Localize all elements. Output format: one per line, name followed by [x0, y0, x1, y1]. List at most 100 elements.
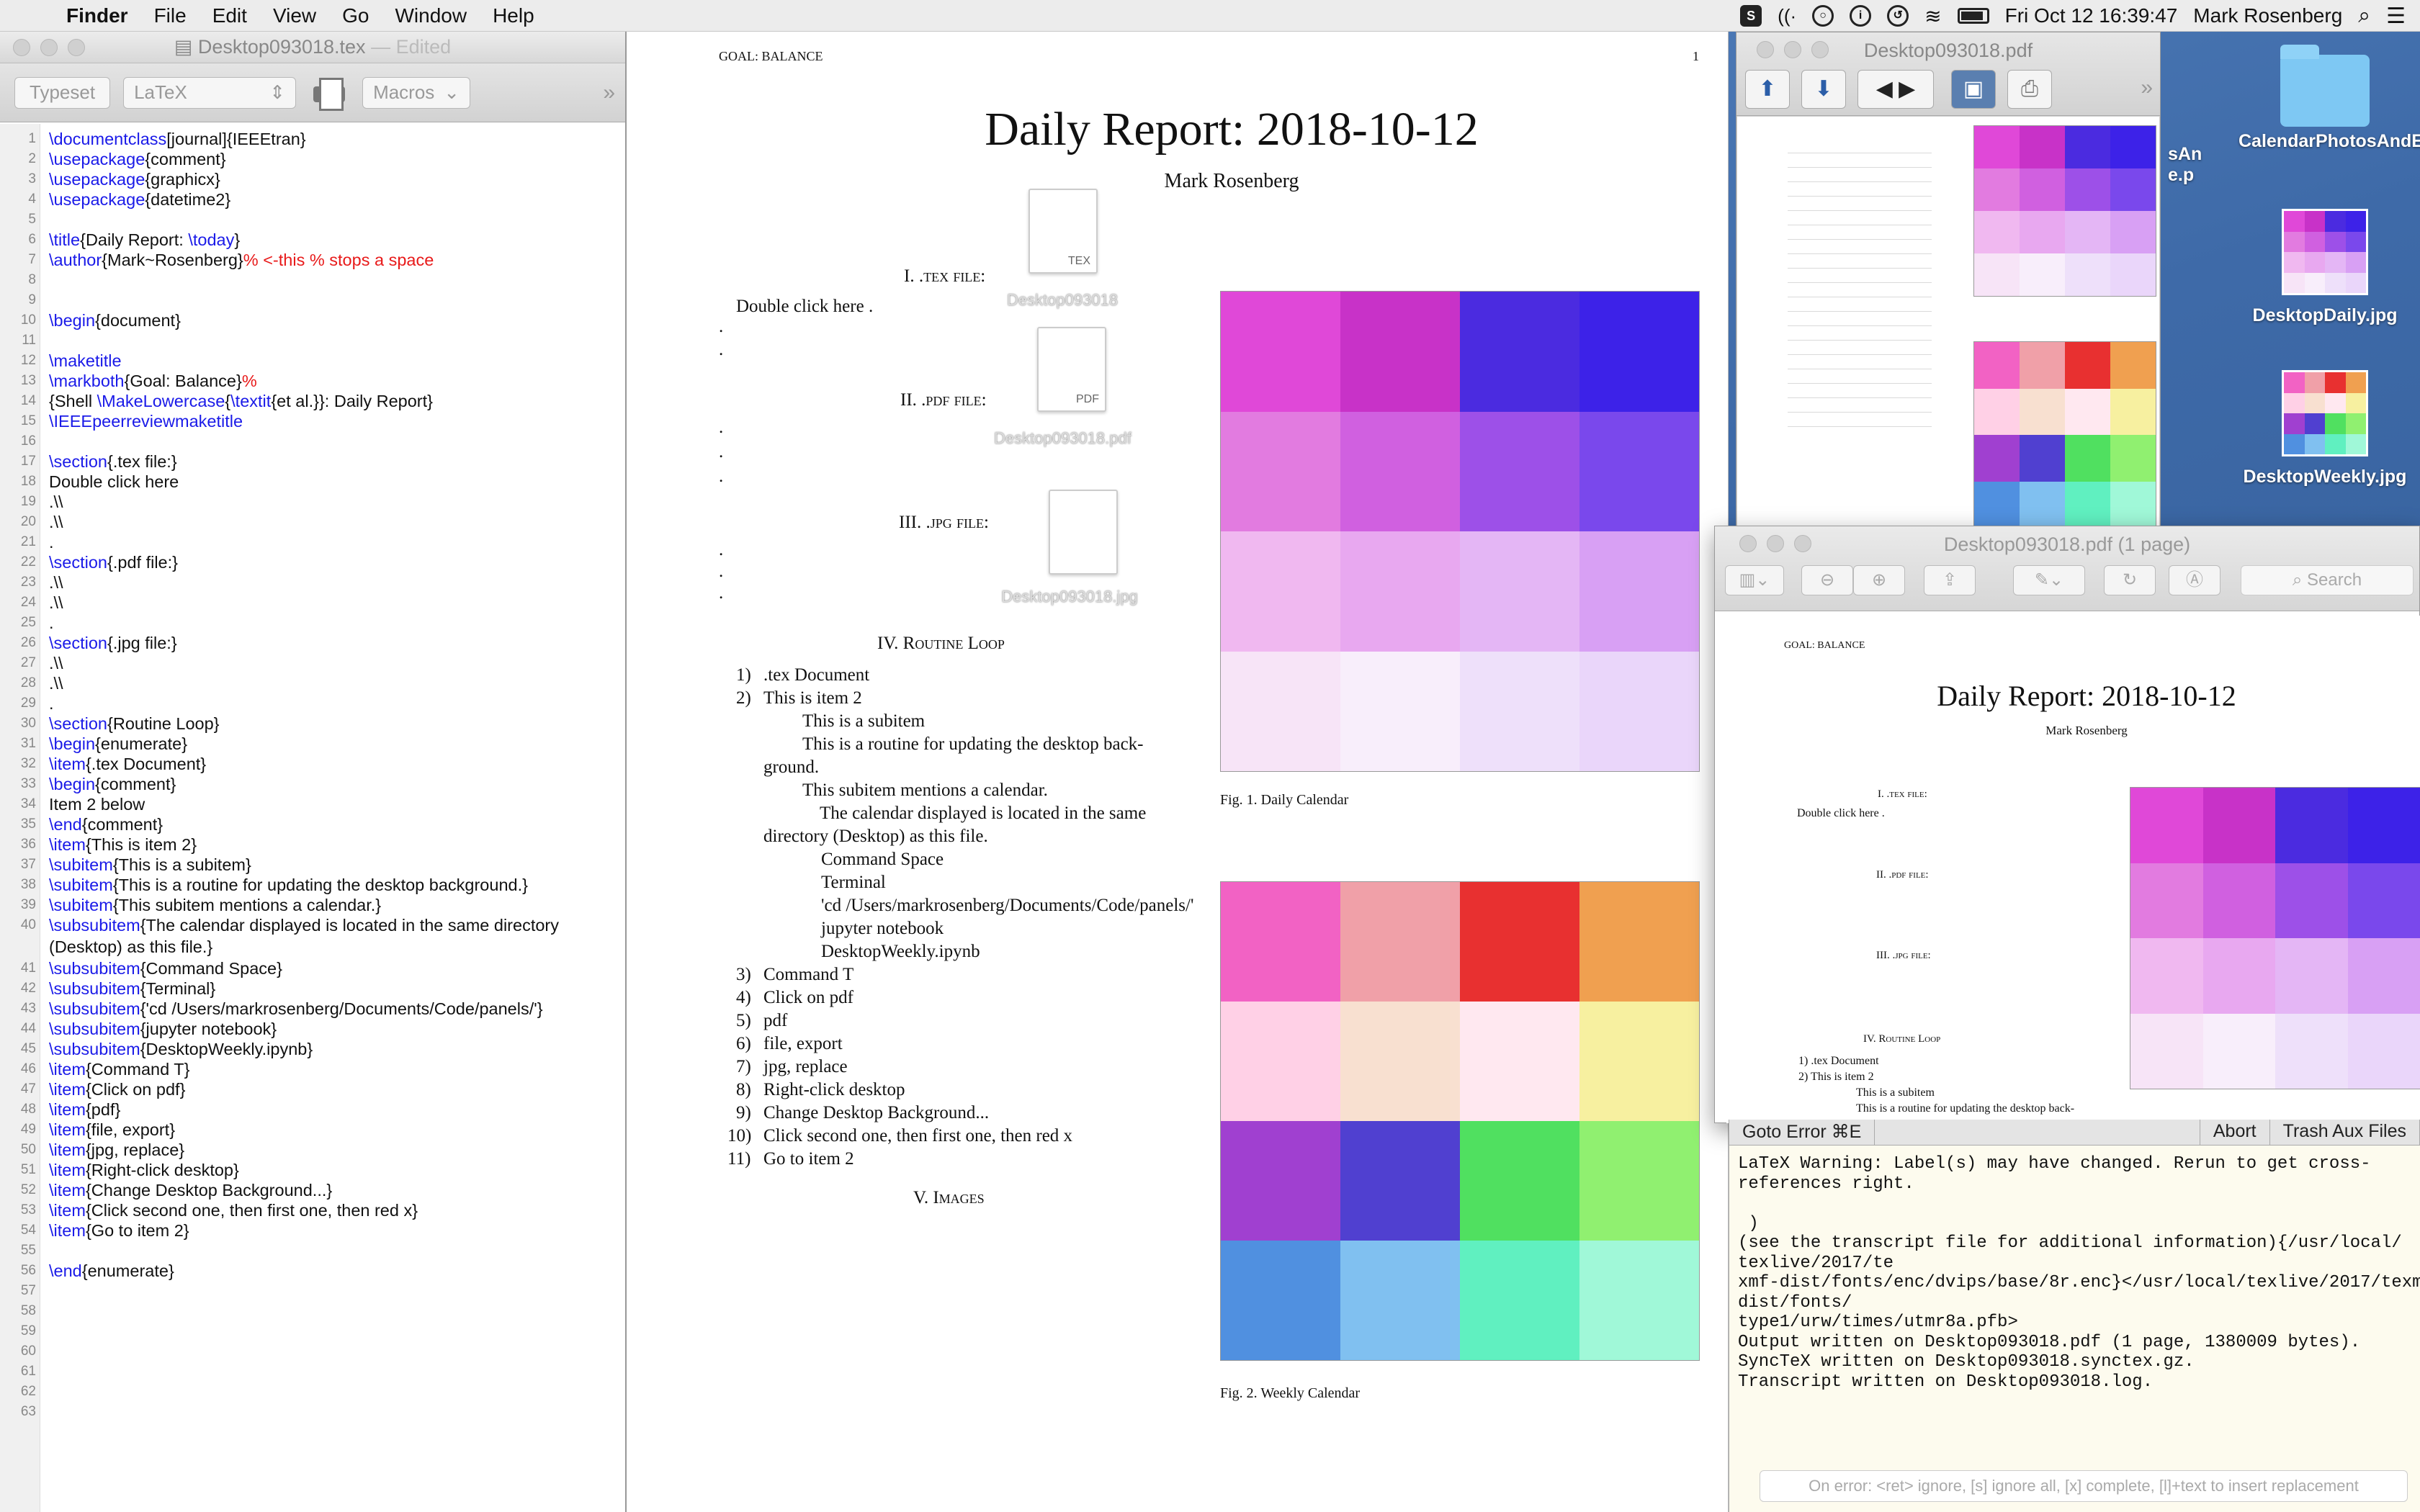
code-line[interactable]: 42 \subsubitem{Terminal} [0, 978, 625, 999]
code-line[interactable]: 40 \subsubitem{The calendar displayed is … [0, 914, 625, 958]
code-line[interactable]: 23 .\\ [0, 572, 625, 593]
engine-select[interactable]: LaTeX ⇕ [123, 76, 297, 109]
code-line[interactable]: 59 [0, 1320, 625, 1342]
code-line[interactable]: 20 .\\ [0, 511, 625, 533]
code-line[interactable]: 9 [0, 289, 625, 311]
code-line[interactable]: 15 \IEEEpeerreviewmaketitle [0, 410, 625, 432]
wifi-icon[interactable]: ≋ [1924, 4, 1941, 28]
code-line[interactable]: 17 \section{.tex file:} [0, 451, 625, 472]
image-icon[interactable]: ▣ [1951, 70, 1996, 109]
code-line[interactable]: 37 \subitem{This is a subitem} [0, 854, 625, 876]
jpg-file-label[interactable]: Desktop093018.jpg [1001, 588, 1138, 606]
code-line[interactable]: 46 \item{Command T} [0, 1058, 625, 1080]
code-line[interactable]: 22 \section{.pdf file:} [0, 552, 625, 573]
code-line[interactable]: 61 [0, 1361, 625, 1382]
code-line[interactable]: 18 Double click here [0, 471, 625, 492]
desktop-icon-daily-jpg[interactable]: DesktopDaily.jpg [2238, 209, 2411, 326]
code-line[interactable]: 47 \item{Click on pdf} [0, 1079, 625, 1100]
code-line[interactable]: 24 .\\ [0, 592, 625, 613]
code-line[interactable]: 36 \item{This is item 2} [0, 834, 625, 855]
preview-search-field[interactable]: ⌕ Search [2241, 565, 2414, 595]
menu-edit[interactable]: Edit [200, 4, 260, 27]
code-line[interactable]: 33 \begin{comment} [0, 773, 625, 795]
zoom-in-icon[interactable]: ⊕ [1853, 565, 1905, 595]
code-line[interactable]: 2 \usepackage{comment} [0, 148, 625, 170]
trash-aux-files-button[interactable]: Trash Aux Files [2270, 1120, 2420, 1145]
code-line[interactable]: 43 \subsubitem{'cd /Users/markrosenberg/D… [0, 998, 625, 1020]
upload-icon[interactable]: ⬆ [1745, 70, 1790, 109]
page-nav-buttons[interactable]: ◀ ▶ [1857, 70, 1934, 109]
code-line[interactable]: 6 \title{Daily Report: \today} [0, 229, 625, 251]
code-line[interactable]: 51 \item{Right-click desktop} [0, 1159, 625, 1181]
code-line[interactable]: 30 \section{Routine Loop} [0, 713, 625, 734]
code-line[interactable]: 58 [0, 1300, 625, 1322]
macros-select[interactable]: Macros ⌄ [362, 76, 471, 109]
code-line[interactable]: 14 {Shell \MakeLowercase{\textit{et al.}}… [0, 390, 625, 412]
desktop-icon-calendar-folder[interactable]: CalendarPhotosAndEvents [2238, 45, 2420, 152]
code-line[interactable]: 5 [0, 209, 625, 230]
code-line[interactable]: 3 \usepackage{graphicx} [0, 168, 625, 190]
viewer-page-thumbnail[interactable] [1737, 117, 2159, 528]
code-line[interactable]: 52 \item{Change Desktop Background...} [0, 1179, 625, 1201]
tex-file-label[interactable]: Desktop093018 [994, 291, 1131, 310]
menu-app-name[interactable]: Finder [53, 4, 141, 27]
print-icon[interactable] [309, 75, 349, 111]
sync-status-icon[interactable]: ○ [1812, 5, 1834, 27]
time-machine-icon[interactable]: ↺ [1887, 5, 1909, 27]
code-area[interactable]: 1 \documentclass[journal]{IEEEtran} 2 \usep… [0, 124, 625, 1512]
download-icon[interactable]: ⬇ [1801, 70, 1846, 109]
pdf-preview-page[interactable]: GOAL: BALANCE 1 Daily Report: 2018-10-12… [627, 32, 1729, 1512]
jpg-file-icon[interactable] [1049, 490, 1118, 575]
code-line[interactable]: 8 [0, 269, 625, 291]
code-line[interactable]: 41 \subsubitem{Command Space} [0, 958, 625, 979]
code-line[interactable]: 34 Item 2 below [0, 793, 625, 815]
toolbar-overflow-icon[interactable]: » [603, 81, 615, 105]
desktop-icon-weekly-jpg[interactable]: DesktopWeekly.jpg [2238, 370, 2411, 487]
scrivener-status-icon[interactable]: S [1740, 5, 1762, 27]
share-icon[interactable]: ⇪ [1924, 565, 1976, 595]
code-line[interactable]: 55 [0, 1240, 625, 1261]
zoom-out-icon[interactable]: ⊖ [1801, 565, 1853, 595]
code-line[interactable]: 44 \subsubitem{jupyter notebook} [0, 1018, 625, 1040]
toolbar-overflow-icon[interactable]: » [2141, 76, 2153, 100]
markup-pen-icon[interactable]: ✎⌄ [2013, 565, 2085, 595]
code-line[interactable]: 60 [0, 1341, 625, 1362]
pdf-file-label[interactable]: Desktop093018.pdf [994, 429, 1131, 448]
code-line[interactable]: 28 .\\ [0, 672, 625, 694]
menu-user[interactable]: Mark Rosenberg [2193, 4, 2342, 27]
info-status-icon[interactable]: i [1850, 5, 1872, 27]
code-line[interactable]: 63 [0, 1401, 625, 1423]
sidebar-toggle-icon[interactable]: ▥⌄ [1725, 565, 1784, 595]
code-line[interactable]: 62 [0, 1381, 625, 1403]
code-line[interactable]: 57 [0, 1280, 625, 1302]
code-line[interactable]: 27 .\\ [0, 652, 625, 674]
code-line[interactable]: 31 \begin{enumerate} [0, 733, 625, 755]
code-line[interactable]: 19 .\\ [0, 491, 625, 513]
rotate-icon[interactable]: ↻ [2104, 565, 2156, 595]
menu-help[interactable]: Help [480, 4, 547, 27]
print-icon[interactable]: ⎙ [2007, 70, 2052, 109]
battery-icon[interactable] [1957, 8, 1989, 24]
code-line[interactable]: 49 \item{file, export} [0, 1119, 625, 1140]
code-line[interactable]: 7 \author{Mark~Rosenberg}% <-this % stops… [0, 249, 625, 271]
code-line[interactable]: 26 \section{.jpg file:} [0, 632, 625, 654]
console-input[interactable]: On error: <ret> ignore, [s] ignore all, … [1760, 1470, 2408, 1502]
menu-window[interactable]: Window [382, 4, 480, 27]
menu-view[interactable]: View [260, 4, 329, 27]
code-line[interactable]: 56 \end{enumerate} [0, 1260, 625, 1282]
annotate-icon[interactable]: Ⓐ [2169, 565, 2220, 595]
code-line[interactable]: 38 \subitem{This is a routine for updatin… [0, 874, 625, 896]
code-line[interactable]: 21. [0, 531, 625, 553]
code-line[interactable]: 39 \subitem{This subitem mentions a calen… [0, 894, 625, 916]
code-line[interactable]: 11 [0, 330, 625, 351]
desktop-icon-partial[interactable]: sAn e.p [2168, 144, 2211, 186]
preview-document[interactable]: GOAL: BALANCE Daily Report: 2018-10-12 M… [1726, 616, 2420, 1123]
notification-center-icon[interactable]: ☰ [2386, 4, 2406, 29]
code-line[interactable]: 13 \markboth{Goal: Balance}% [0, 370, 625, 392]
wifi-status-icon[interactable]: ((· [1778, 5, 1796, 27]
code-line[interactable]: 32 \item{.tex Document} [0, 753, 625, 775]
code-line[interactable]: 45 \subsubitem{DesktopWeekly.ipynb} [0, 1038, 625, 1060]
menu-go[interactable]: Go [329, 4, 382, 27]
code-line[interactable]: 10 \begin{document} [0, 310, 625, 331]
code-line[interactable]: 29. [0, 693, 625, 714]
